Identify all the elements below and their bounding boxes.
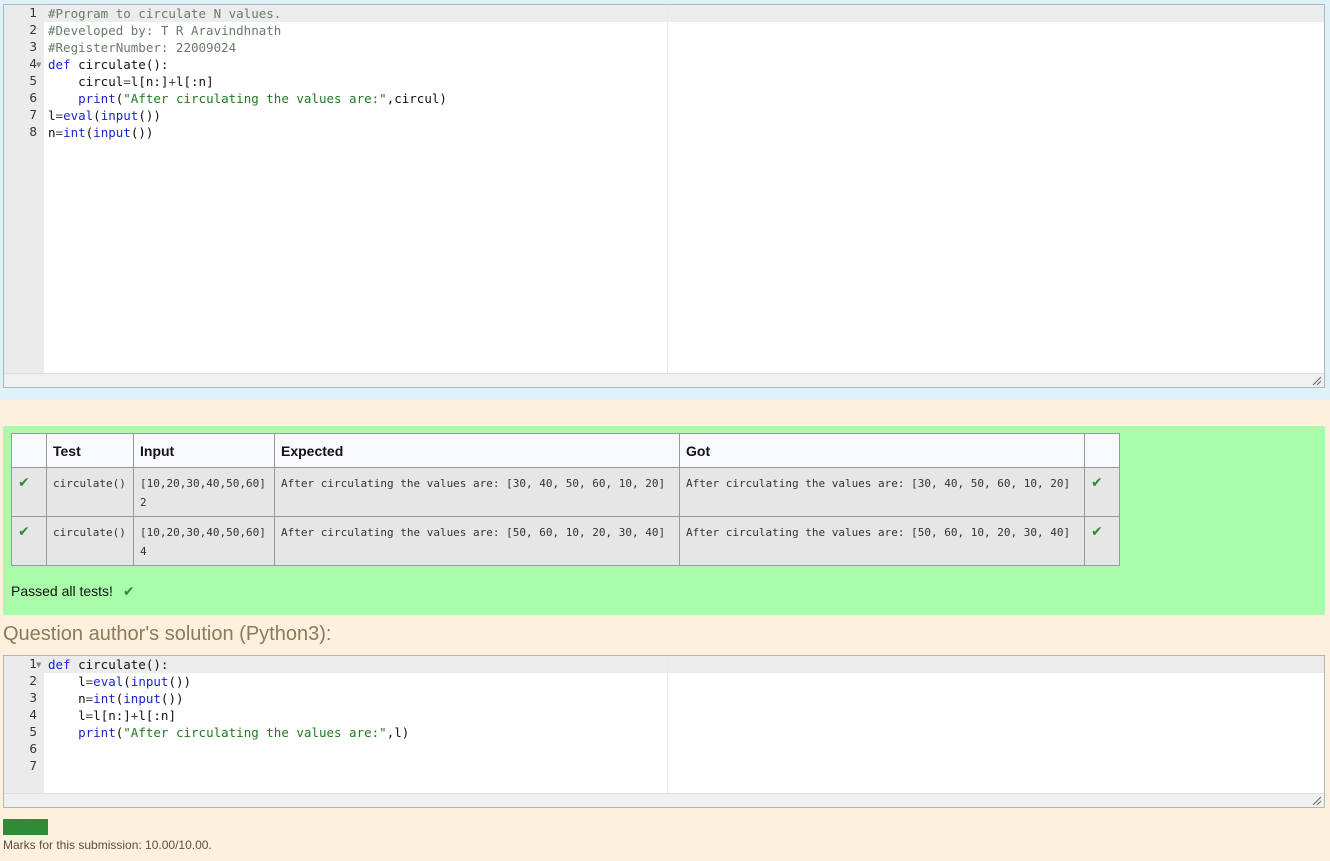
- input-line: [10,20,30,40,50,60]: [140, 526, 266, 539]
- passed-text: Passed all tests!: [11, 583, 113, 599]
- code-text-area[interactable]: def circulate(): l=eval(input()) n=int(i…: [48, 656, 1324, 807]
- fold-toggle-icon[interactable]: ▼: [36, 661, 41, 669]
- check-icon: ✔: [122, 584, 135, 600]
- code-line: n=int(input()): [48, 691, 184, 706]
- horizontal-scrollbar[interactable]: [4, 793, 1324, 807]
- got-cell: After circulating the values are: [30, 4…: [679, 467, 1085, 517]
- table-row: ✔ circulate() [10,20,30,40,50,60] 4 After…: [11, 516, 1120, 566]
- check-icon: ✔: [18, 475, 30, 491]
- column-header-got: Got: [679, 433, 1085, 468]
- input-cell: [10,20,30,40,50,60] 4: [133, 516, 275, 566]
- horizontal-scrollbar[interactable]: [4, 373, 1324, 387]
- line-number: 5: [29, 725, 37, 739]
- line-number: 2: [29, 23, 37, 37]
- code-line: #Developed by: T R Aravindhnath: [48, 23, 282, 38]
- test-cell: circulate(): [46, 467, 134, 517]
- table-header-row: Test Input Expected Got: [11, 433, 1120, 468]
- code-line: n=int(input()): [48, 125, 154, 140]
- fold-toggle-icon[interactable]: ▼: [36, 61, 41, 69]
- row-status-cell: ✔: [11, 516, 47, 566]
- answer-code-editor[interactable]: 1 2 3 4 ▼ 5 6 7 8 #Program to circulate …: [3, 4, 1325, 388]
- input-line: 2: [140, 496, 147, 509]
- row-status-cell: ✔: [11, 467, 47, 517]
- line-number: 7: [29, 759, 37, 773]
- check-icon: ✔: [1091, 524, 1103, 540]
- resize-handle-icon[interactable]: [1311, 375, 1321, 385]
- resize-handle-icon[interactable]: [1311, 795, 1321, 805]
- column-header-input: Input: [133, 433, 275, 468]
- line-number: 8: [29, 125, 37, 139]
- expected-cell: After circulating the values are: [50, 6…: [274, 516, 680, 566]
- line-number: 1: [29, 6, 37, 20]
- code-line: l=eval(input()): [48, 108, 161, 123]
- line-number: 3: [29, 40, 37, 54]
- code-line: circul=l[n:]+l[:n]: [48, 74, 214, 89]
- answer-editor-panel: 1 2 3 4 ▼ 5 6 7 8 #Program to circulate …: [0, 0, 1330, 400]
- input-line: [10,20,30,40,50,60]: [140, 477, 266, 490]
- code-text-area[interactable]: #Program to circulate N values. #Develop…: [48, 5, 1324, 387]
- code-line: def circulate():: [48, 657, 169, 672]
- solution-code-editor[interactable]: 1 ▼ 2 3 4 5 6 7 def circulate(): l=eval(…: [3, 655, 1325, 808]
- table-row: ✔ circulate() [10,20,30,40,50,60] 2 After…: [11, 467, 1120, 517]
- check-icon: ✔: [1091, 475, 1103, 491]
- line-number: 4: [29, 708, 37, 722]
- code-line: l=l[n:]+l[:n]: [48, 708, 176, 723]
- line-number: 3: [29, 691, 37, 705]
- row-result-cell: ✔: [1084, 516, 1120, 566]
- code-line: print("After circulating the values are:…: [78, 91, 447, 106]
- line-number-gutter: 1 2 3 4 ▼ 5 6 7 8: [4, 5, 44, 387]
- status-header: [11, 433, 47, 468]
- input-cell: [10,20,30,40,50,60] 2: [133, 467, 275, 517]
- test-results-panel: Test Input Expected Got ✔ circulate() [1…: [3, 426, 1325, 615]
- check-icon: ✔: [18, 524, 30, 540]
- code-line: def circulate():: [48, 57, 169, 72]
- solution-heading: Question author's solution (Python3):: [3, 623, 332, 645]
- marks-text: Marks for this submission: 10.00/10.00.: [3, 838, 212, 852]
- code-line: l=eval(input()): [48, 674, 192, 689]
- column-header-expected: Expected: [274, 433, 680, 468]
- line-number-gutter: 1 ▼ 2 3 4 5 6 7: [4, 656, 44, 807]
- line-number: 6: [29, 91, 37, 105]
- line-number: 5: [29, 74, 37, 88]
- column-header-test: Test: [46, 433, 134, 468]
- code-line: #RegisterNumber: 22009024: [48, 40, 237, 55]
- code-line: print("After circulating the values are:…: [78, 725, 410, 740]
- result-header: [1084, 433, 1120, 468]
- line-number: 7: [29, 108, 37, 122]
- passed-all-tests-message: Passed all tests! ✔: [11, 583, 135, 600]
- test-results-table: Test Input Expected Got ✔ circulate() [1…: [11, 433, 1120, 566]
- expected-cell: After circulating the values are: [30, 4…: [274, 467, 680, 517]
- row-result-cell: ✔: [1084, 467, 1120, 517]
- test-cell: circulate(): [46, 516, 134, 566]
- line-number: 2: [29, 674, 37, 688]
- correct-badge: Correct: [3, 819, 48, 835]
- line-number: 6: [29, 742, 37, 756]
- code-line: #Program to circulate N values.: [48, 6, 282, 21]
- input-line: 4: [140, 545, 147, 558]
- got-cell: After circulating the values are: [50, 6…: [679, 516, 1085, 566]
